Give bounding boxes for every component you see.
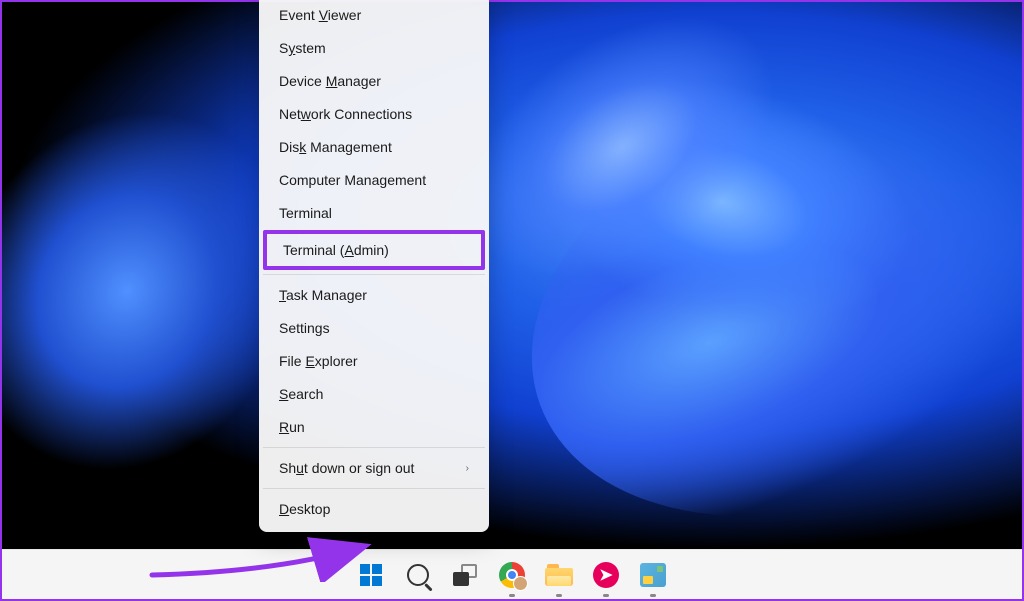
- menu-item-label: File Explorer: [279, 353, 358, 369]
- menu-item-label: Event Viewer: [279, 7, 361, 23]
- menu-item-computer-management[interactable]: Computer Management: [263, 164, 485, 196]
- chevron-right-icon: ›: [466, 463, 469, 474]
- menu-item-device-manager[interactable]: Device Manager: [263, 65, 485, 97]
- menu-item-label: Run: [279, 419, 305, 435]
- control-panel-app[interactable]: [633, 555, 673, 595]
- folder-icon: [545, 564, 573, 586]
- chrome-app[interactable]: [492, 555, 532, 595]
- menu-item-settings[interactable]: Settings: [263, 312, 485, 344]
- menu-item-terminal[interactable]: Terminal: [263, 197, 485, 229]
- winx-context-menu: Event Viewer System Device Manager Network …: [259, 0, 489, 532]
- menu-item-label: Computer Management: [279, 172, 426, 188]
- search-button[interactable]: [398, 555, 438, 595]
- file-explorer-app[interactable]: [539, 555, 579, 595]
- menu-item-disk-management[interactable]: Disk Management: [263, 131, 485, 163]
- control-panel-icon: [640, 563, 666, 587]
- search-icon: [407, 564, 429, 586]
- menu-item-label: Terminal: [279, 205, 332, 221]
- menu-item-label: Search: [279, 386, 323, 402]
- menu-item-event-viewer[interactable]: Event Viewer: [263, 0, 485, 31]
- menu-item-search[interactable]: Search: [263, 378, 485, 410]
- menu-item-label: Device Manager: [279, 73, 381, 89]
- menu-item-shut-down[interactable]: Shut down or sign out ›: [263, 452, 485, 484]
- menu-item-terminal-admin[interactable]: Terminal (Admin): [267, 234, 481, 266]
- menu-item-network-connections[interactable]: Network Connections: [263, 98, 485, 130]
- menu-separator: [263, 274, 485, 275]
- menu-item-label: Task Manager: [279, 287, 367, 303]
- menu-item-label: Settings: [279, 320, 330, 336]
- menu-item-file-explorer[interactable]: File Explorer: [263, 345, 485, 377]
- menu-item-label: Terminal (Admin): [283, 242, 389, 258]
- annotation-arrow: [147, 537, 377, 587]
- menu-item-label: Desktop: [279, 501, 330, 517]
- menu-item-task-manager[interactable]: Task Manager: [263, 279, 485, 311]
- menu-item-run[interactable]: Run: [263, 411, 485, 443]
- desktop-wallpaper: [2, 2, 1022, 551]
- menu-item-label: Disk Management: [279, 139, 392, 155]
- media-app[interactable]: ➤: [586, 555, 626, 595]
- task-view-button[interactable]: [445, 555, 485, 595]
- menu-item-desktop[interactable]: Desktop: [263, 493, 485, 525]
- menu-item-label: Shut down or sign out: [279, 460, 414, 476]
- menu-item-label: Network Connections: [279, 106, 412, 122]
- chrome-icon: [499, 562, 525, 588]
- menu-item-system[interactable]: System: [263, 32, 485, 64]
- menu-separator: [263, 488, 485, 489]
- menu-separator: [263, 447, 485, 448]
- media-app-icon: ➤: [593, 562, 619, 588]
- annotation-highlight: Terminal (Admin): [263, 230, 485, 270]
- menu-item-label: System: [279, 40, 326, 56]
- task-view-icon: [453, 564, 477, 586]
